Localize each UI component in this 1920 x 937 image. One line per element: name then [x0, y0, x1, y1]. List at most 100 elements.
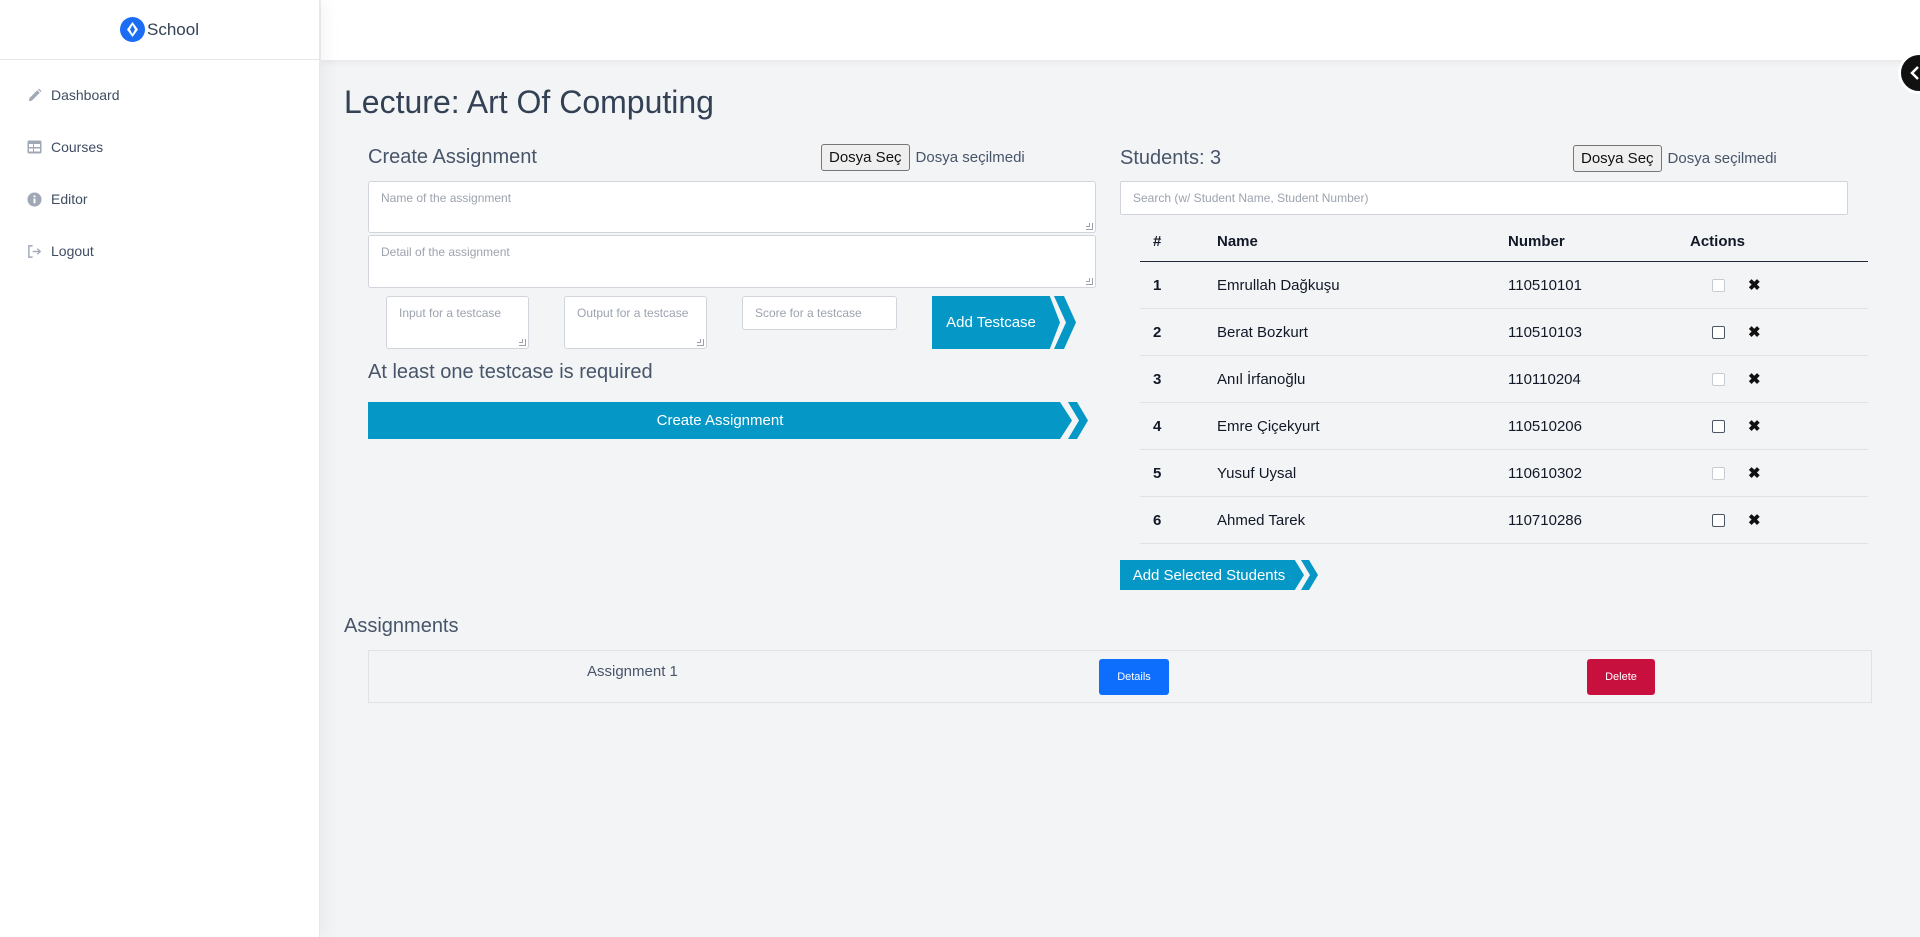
student-search-placeholder: Search (w/ Student Name, Student Number): [1133, 191, 1369, 205]
table-icon: [26, 139, 42, 155]
student-search-input[interactable]: Search (w/ Student Name, Student Number): [1120, 181, 1848, 215]
row-index: 4: [1153, 417, 1162, 435]
sidebar-item-editor[interactable]: Editor: [0, 173, 319, 225]
student-name: Emre Çiçekyurt: [1217, 417, 1320, 435]
testcase-input-field[interactable]: Input for a testcase: [386, 296, 529, 349]
testcase-score-field[interactable]: Score for a testcase: [742, 296, 897, 330]
table-row: 5 Yusuf Uysal 110610302 ✖: [1140, 450, 1868, 497]
row-actions: ✖: [1690, 325, 1868, 340]
add-selected-students-button[interactable]: Add Selected Students: [1120, 560, 1304, 590]
assignment-detail-placeholder: Detail of the assignment: [381, 245, 510, 259]
sidebar-item-label: Editor: [51, 191, 88, 207]
select-student-checkbox: [1712, 466, 1725, 480]
testcase-output-field[interactable]: Output for a testcase: [564, 296, 707, 349]
choose-file-button[interactable]: Dosya Seç: [821, 144, 910, 171]
assignment-file-picker: Dosya Seç Dosya seçilmedi: [821, 144, 1025, 171]
file-status: Dosya seçilmedi: [915, 149, 1025, 166]
column-header-actions: Actions: [1690, 233, 1746, 250]
add-selected-students-label: Add Selected Students: [1132, 566, 1286, 584]
testcase-required-note: At least one testcase is required: [368, 361, 653, 383]
select-student-checkbox[interactable]: [1712, 325, 1725, 339]
sidebar-item-dashboard[interactable]: Dashboard: [0, 69, 319, 121]
details-button[interactable]: Details: [1099, 659, 1169, 695]
row-index: 1: [1153, 276, 1162, 294]
student-number: 110710286: [1508, 511, 1582, 529]
table-row: 3 Anıl İrfanoğlu 110110204 ✖: [1140, 356, 1868, 403]
student-number: 110110204: [1508, 370, 1581, 388]
testcase-input-placeholder: Input for a testcase: [399, 306, 502, 320]
select-student-checkbox: [1712, 278, 1725, 292]
table-header: # Name Number Actions: [1140, 222, 1868, 262]
row-actions: ✖: [1690, 419, 1868, 434]
resize-handle[interactable]: [1086, 278, 1093, 285]
school-logo-icon: [120, 17, 145, 42]
student-name: Anıl İrfanoğlu: [1217, 370, 1306, 388]
remove-student-icon[interactable]: ✖: [1748, 278, 1761, 293]
brand[interactable]: School: [0, 0, 319, 60]
delete-button[interactable]: Delete: [1587, 659, 1655, 695]
row-actions: ✖: [1690, 278, 1868, 293]
table-row: 6 Ahmed Tarek 110710286 ✖: [1140, 497, 1868, 544]
row-actions: ✖: [1690, 372, 1868, 387]
column-header-name: Name: [1217, 233, 1258, 250]
student-number: 110610302: [1508, 464, 1582, 482]
resize-handle[interactable]: [1086, 223, 1093, 230]
student-number: 110510101: [1508, 276, 1582, 294]
resize-handle[interactable]: [519, 339, 526, 346]
row-actions: ✖: [1690, 513, 1868, 528]
create-assignment-label: Create Assignment: [656, 412, 784, 429]
pencil-icon: [26, 87, 42, 103]
add-testcase-button[interactable]: Add Testcase: [932, 296, 1060, 349]
column-header-number: Number: [1508, 233, 1565, 250]
students-table: # Name Number Actions 1 Emrullah Dağkuşu…: [1140, 222, 1868, 544]
assignments-heading: Assignments: [344, 615, 459, 637]
logout-icon: [26, 243, 42, 259]
row-index: 2: [1153, 323, 1162, 341]
chevron-left-icon: [1910, 66, 1919, 80]
table-row: 2 Berat Bozkurt 110510103 ✖: [1140, 309, 1868, 356]
assignment-name: Assignment 1: [587, 663, 678, 680]
assignment-detail-input[interactable]: Detail of the assignment: [368, 235, 1096, 288]
student-name: Berat Bozkurt: [1217, 323, 1308, 341]
file-status: Dosya seçilmedi: [1667, 150, 1777, 167]
remove-student-icon[interactable]: ✖: [1748, 513, 1761, 528]
create-assignment-heading: Create Assignment: [368, 146, 537, 168]
sidebar-item-label: Dashboard: [51, 87, 120, 103]
info-icon: [26, 191, 42, 207]
choose-file-button[interactable]: Dosya Seç: [1573, 145, 1662, 172]
row-actions: ✖: [1690, 466, 1868, 481]
student-name: Yusuf Uysal: [1217, 464, 1297, 482]
select-student-checkbox[interactable]: [1712, 513, 1725, 527]
remove-student-icon[interactable]: ✖: [1748, 466, 1761, 481]
assignment-name-input[interactable]: Name of the assignment: [368, 181, 1096, 233]
student-number: 110510206: [1508, 417, 1582, 435]
remove-student-icon[interactable]: ✖: [1748, 372, 1761, 387]
sidebar: School Dashboard Courses Editor Logout: [0, 0, 320, 937]
create-assignment-button[interactable]: Create Assignment: [368, 402, 1072, 439]
remove-student-icon[interactable]: ✖: [1748, 325, 1761, 340]
remove-student-icon[interactable]: ✖: [1748, 419, 1761, 434]
sidebar-item-logout[interactable]: Logout: [0, 225, 319, 277]
row-index: 6: [1153, 511, 1162, 529]
assignment-name-placeholder: Name of the assignment: [381, 191, 512, 205]
resize-handle[interactable]: [697, 339, 704, 346]
row-index: 3: [1153, 370, 1162, 388]
row-index: 5: [1153, 464, 1162, 482]
table-row: 1 Emrullah Dağkuşu 110510101 ✖: [1140, 262, 1868, 309]
add-testcase-label: Add Testcase: [946, 314, 1036, 331]
testcase-output-placeholder: Output for a testcase: [577, 306, 689, 320]
column-header-index: #: [1153, 233, 1162, 250]
top-bar: [321, 0, 1920, 60]
brand-name: School: [147, 19, 199, 39]
sidebar-item-label: Courses: [51, 139, 104, 155]
sidebar-item-courses[interactable]: Courses: [0, 121, 319, 173]
list-item: Assignment 1 Details Delete: [368, 650, 1872, 703]
student-name: Ahmed Tarek: [1217, 511, 1306, 529]
select-student-checkbox: [1712, 372, 1725, 386]
select-student-checkbox[interactable]: [1712, 419, 1725, 433]
sidebar-item-label: Logout: [51, 243, 94, 259]
chevron-right-icon: [1068, 402, 1088, 439]
sidebar-nav: Dashboard Courses Editor Logout: [0, 60, 319, 277]
testcase-score-placeholder: Score for a testcase: [755, 306, 862, 320]
chevron-right-icon: [1054, 296, 1076, 349]
